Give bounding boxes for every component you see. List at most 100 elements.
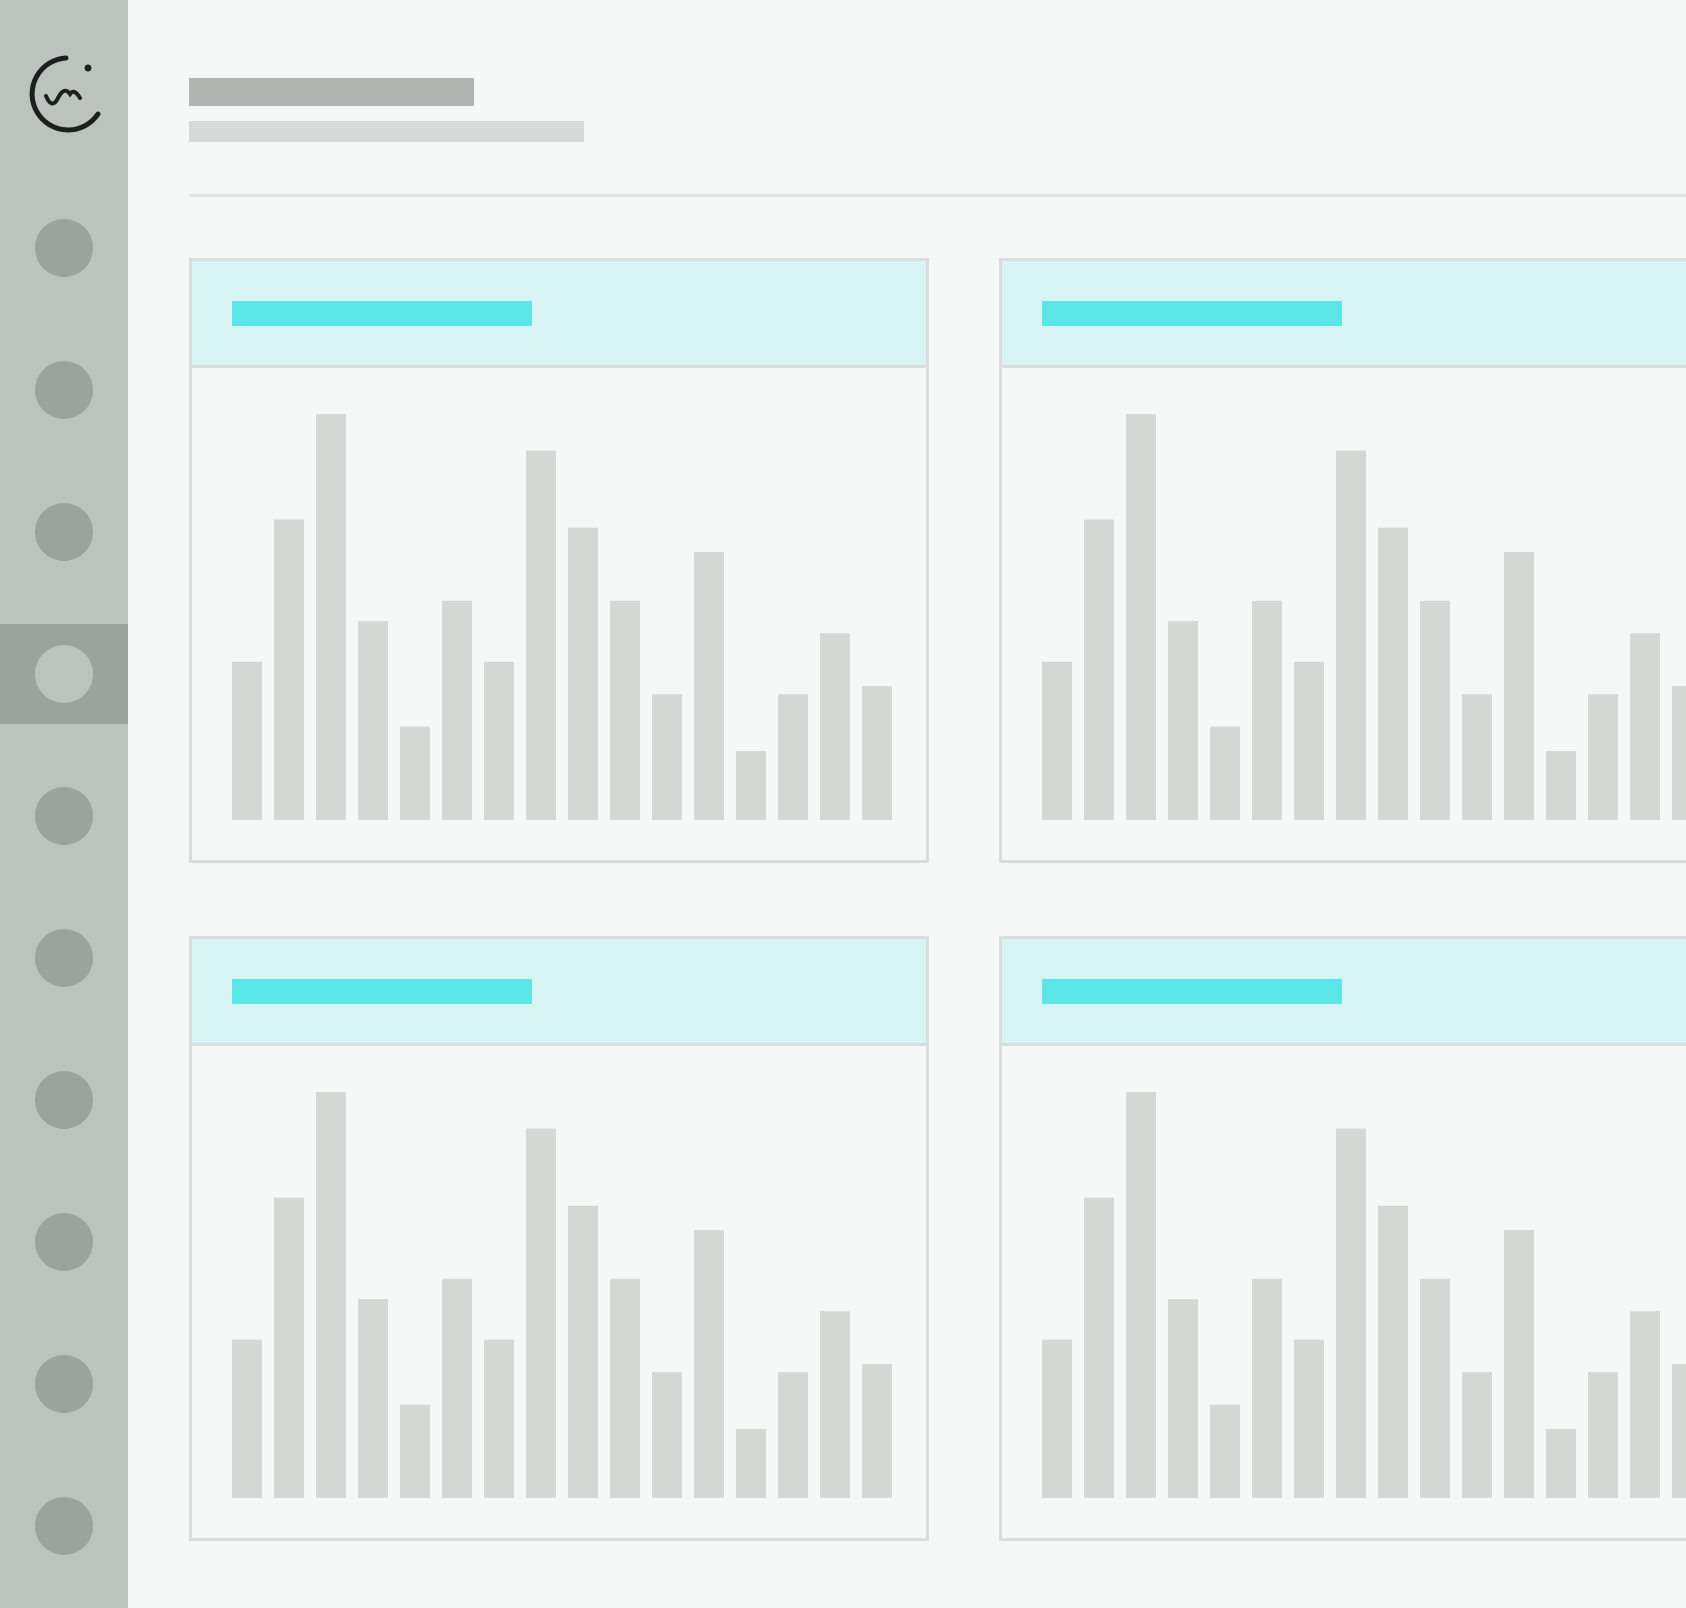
bar-7 xyxy=(484,1339,514,1498)
nav-dot-icon xyxy=(35,787,93,845)
sidebar xyxy=(0,0,128,1608)
card-header xyxy=(1002,261,1686,368)
bar-8 xyxy=(526,1128,556,1498)
bar-5 xyxy=(400,1404,430,1498)
chart-card-4 xyxy=(999,936,1686,1541)
chart-card-2 xyxy=(999,258,1686,863)
nav-dot-icon xyxy=(35,361,93,419)
bar-16 xyxy=(1672,686,1686,820)
bar-11 xyxy=(1462,694,1492,820)
bar-13 xyxy=(1546,1428,1576,1498)
bar-15 xyxy=(1630,1311,1660,1498)
sidebar-item-4-active[interactable] xyxy=(0,624,128,724)
bar-14 xyxy=(1588,1372,1618,1498)
sidebar-item-8[interactable] xyxy=(0,1192,128,1292)
bar-2 xyxy=(274,519,304,820)
bar-16 xyxy=(862,686,892,820)
bar-15 xyxy=(820,633,850,820)
sidebar-item-1[interactable] xyxy=(0,198,128,298)
card-header xyxy=(1002,939,1686,1046)
nav-dot-icon xyxy=(35,219,93,277)
bar-16 xyxy=(1672,1364,1686,1498)
bar-9 xyxy=(568,1205,598,1498)
bar-4 xyxy=(358,621,388,820)
bar-12 xyxy=(1504,552,1534,820)
bar-13 xyxy=(1546,750,1576,820)
bar-12 xyxy=(694,1230,724,1498)
bar-4 xyxy=(358,1299,388,1498)
bar-11 xyxy=(652,1372,682,1498)
sidebar-item-2[interactable] xyxy=(0,340,128,440)
bar-6 xyxy=(442,1278,472,1498)
bar-12 xyxy=(694,552,724,820)
bar-4 xyxy=(1168,621,1198,820)
bar-3 xyxy=(1126,1092,1156,1498)
sidebar-item-7[interactable] xyxy=(0,1050,128,1150)
bar-14 xyxy=(1588,694,1618,820)
bar-16 xyxy=(862,1364,892,1498)
nav-dot-icon xyxy=(35,1071,93,1129)
page-title xyxy=(189,78,474,106)
bar-8 xyxy=(1336,450,1366,820)
bar-7 xyxy=(1294,661,1324,820)
bar-6 xyxy=(1252,1278,1282,1498)
bar-8 xyxy=(526,450,556,820)
bar-14 xyxy=(778,1372,808,1498)
chart-card-1 xyxy=(189,258,929,863)
bar-13 xyxy=(736,750,766,820)
bar-6 xyxy=(442,600,472,820)
bar-10 xyxy=(1420,1278,1450,1498)
bar-chart xyxy=(1042,414,1686,820)
bar-3 xyxy=(1126,414,1156,820)
sidebar-item-3[interactable] xyxy=(0,482,128,582)
bar-3 xyxy=(316,1092,346,1498)
bar-9 xyxy=(1378,527,1408,820)
bar-3 xyxy=(316,414,346,820)
bar-1 xyxy=(1042,661,1072,820)
chart-card-3 xyxy=(189,936,929,1541)
bar-11 xyxy=(652,694,682,820)
sidebar-item-5[interactable] xyxy=(0,766,128,866)
nav-dot-icon xyxy=(35,929,93,987)
bar-1 xyxy=(1042,1339,1072,1498)
bar-chart xyxy=(1042,1092,1686,1498)
bar-1 xyxy=(232,661,262,820)
card-title xyxy=(232,979,532,1004)
bar-10 xyxy=(610,1278,640,1498)
sidebar-item-9[interactable] xyxy=(0,1334,128,1434)
bar-9 xyxy=(1378,1205,1408,1498)
nav-dot-icon xyxy=(35,503,93,561)
bar-11 xyxy=(1462,1372,1492,1498)
header-divider xyxy=(189,194,1686,197)
bar-9 xyxy=(568,527,598,820)
nav-dot-icon xyxy=(35,1355,93,1413)
card-header xyxy=(192,261,926,368)
bar-4 xyxy=(1168,1299,1198,1498)
bar-12 xyxy=(1504,1230,1534,1498)
bar-chart xyxy=(232,414,892,820)
bar-7 xyxy=(484,661,514,820)
sidebar-item-6[interactable] xyxy=(0,908,128,1008)
bar-2 xyxy=(1084,1197,1114,1498)
bar-chart xyxy=(232,1092,892,1498)
bar-10 xyxy=(1420,600,1450,820)
page-subtitle xyxy=(189,121,584,142)
wave-smile-logo-icon[interactable] xyxy=(26,54,104,134)
card-title xyxy=(1042,301,1342,326)
bar-7 xyxy=(1294,1339,1324,1498)
bar-6 xyxy=(1252,600,1282,820)
sidebar-item-10[interactable] xyxy=(0,1476,128,1576)
bar-15 xyxy=(820,1311,850,1498)
bar-5 xyxy=(400,726,430,820)
bar-2 xyxy=(1084,519,1114,820)
bar-8 xyxy=(1336,1128,1366,1498)
bar-5 xyxy=(1210,1404,1240,1498)
bar-14 xyxy=(778,694,808,820)
card-title xyxy=(1042,979,1342,1004)
nav-dot-icon xyxy=(35,645,93,703)
bar-2 xyxy=(274,1197,304,1498)
bar-1 xyxy=(232,1339,262,1498)
card-title xyxy=(232,301,532,326)
nav-dot-icon xyxy=(35,1213,93,1271)
bar-15 xyxy=(1630,633,1660,820)
